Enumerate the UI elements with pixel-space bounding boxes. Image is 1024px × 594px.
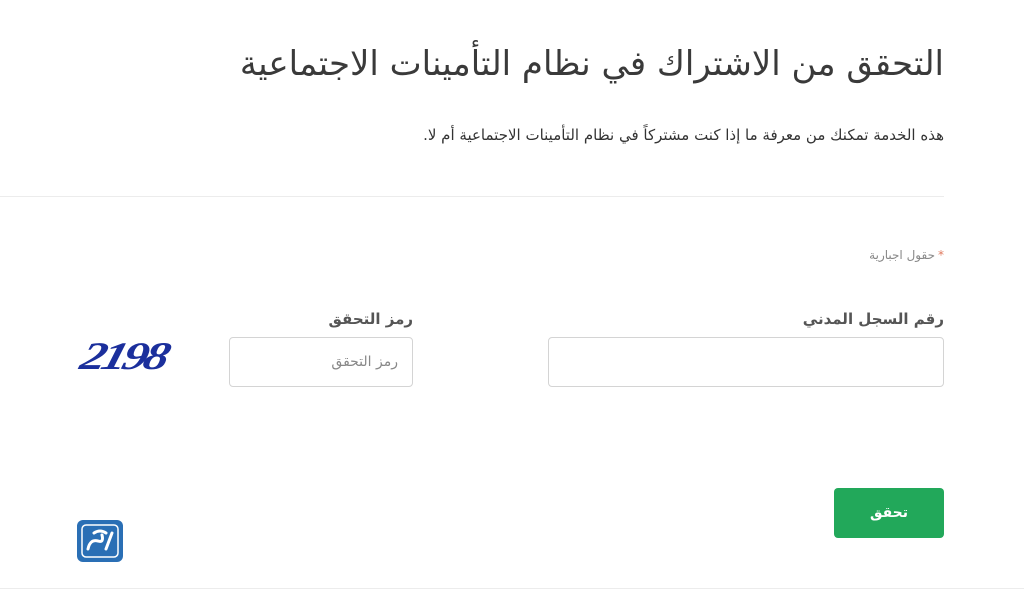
captcha-text: 2198: [75, 334, 176, 377]
almrj3-logo-icon: [77, 520, 123, 562]
captcha-label: رمز التحقق: [328, 310, 414, 328]
divider: [0, 196, 944, 197]
page-description: هذه الخدمة تمكنك من معرفة ما إذا كنت مشت…: [423, 126, 944, 144]
bottom-divider: [0, 588, 1024, 589]
captcha-image: 2198: [75, 334, 176, 377]
required-fields-note: *حقول اجبارية: [869, 248, 944, 262]
captcha-input[interactable]: [229, 337, 413, 387]
verification-page: التحقق من الاشتراك في نظام التأمينات الا…: [0, 0, 1024, 594]
required-note-text: حقول اجبارية: [869, 248, 935, 262]
civil-id-input[interactable]: [548, 337, 944, 387]
page-title: التحقق من الاشتراك في نظام التأمينات الا…: [239, 44, 944, 84]
required-marker: *: [938, 248, 944, 262]
verify-button[interactable]: تحقق: [834, 488, 944, 538]
civil-id-label: رقم السجل المدني: [802, 310, 944, 328]
